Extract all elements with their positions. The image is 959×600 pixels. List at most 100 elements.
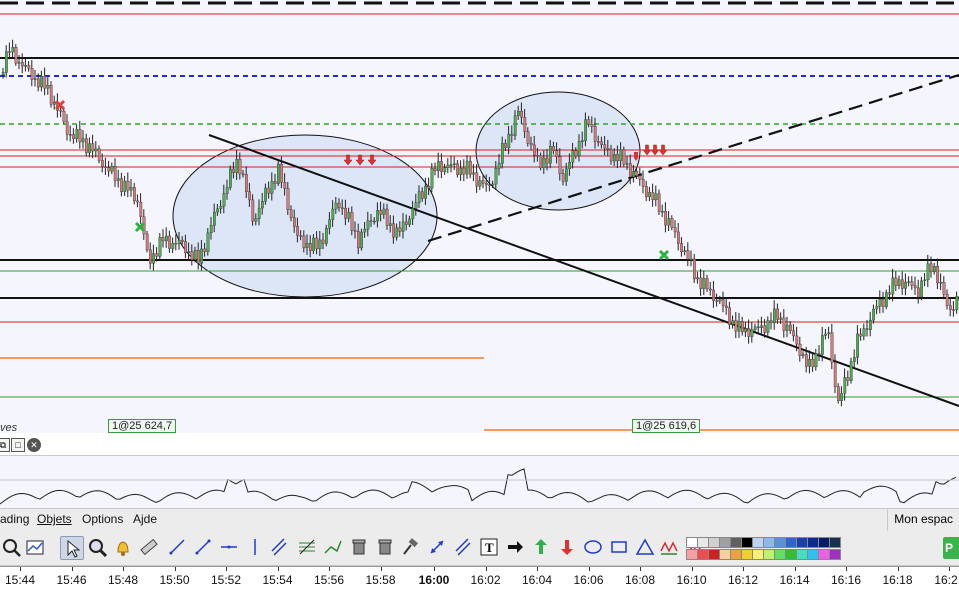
candle-body (568, 162, 570, 169)
hammer-icon[interactable] (400, 536, 422, 558)
time-label: 15:48 (108, 573, 138, 587)
close-icon[interactable]: ✕ (27, 438, 41, 452)
eraser-icon[interactable] (348, 536, 370, 558)
candle-body (652, 192, 654, 199)
candle-body (85, 139, 87, 153)
menu-trading[interactable]: ading (0, 512, 29, 526)
ruler-icon[interactable] (138, 536, 160, 558)
triangle-icon[interactable] (634, 536, 656, 558)
candle-body (108, 168, 110, 171)
text-icon[interactable]: T (478, 536, 500, 558)
candle-body (5, 52, 7, 73)
candle-body (876, 306, 878, 309)
restore-icon[interactable]: ⧉ (0, 438, 10, 452)
candle-body (911, 282, 913, 286)
svg-text:T: T (485, 540, 494, 555)
candle-body (232, 169, 234, 173)
candle-body (136, 201, 138, 202)
pointer-icon[interactable] (60, 536, 84, 560)
sell-arrow-icon (643, 145, 651, 155)
candle-body (591, 124, 593, 126)
candle-body (168, 236, 170, 249)
candle-body (488, 185, 490, 186)
candle-body (885, 293, 887, 307)
candle-body (693, 259, 695, 279)
candle-body (444, 168, 446, 172)
candle-body (824, 334, 826, 336)
candle-body (242, 174, 244, 175)
fibonacci-icon[interactable] (296, 536, 318, 558)
green-action-button[interactable]: P (943, 537, 959, 559)
menu-options[interactable]: Options (82, 512, 123, 526)
time-label: 15:54 (262, 573, 292, 587)
volume-indicator-panel[interactable] (0, 455, 959, 509)
trash-icon[interactable] (374, 536, 396, 558)
maximize-icon[interactable]: □ (11, 438, 25, 452)
candle-body (808, 359, 810, 366)
candle-body (642, 179, 644, 186)
candle-body (764, 326, 766, 333)
candle-body (162, 237, 164, 241)
candle-body (303, 236, 305, 248)
workspace-button[interactable]: Mon espac (887, 509, 959, 531)
parallel-lines-icon[interactable] (452, 536, 474, 558)
candle-body (440, 161, 442, 171)
ray-icon[interactable] (166, 536, 188, 558)
candle-body (437, 161, 439, 170)
candle-body (72, 134, 74, 138)
color-swatch[interactable] (829, 537, 841, 548)
candle-body (610, 149, 612, 161)
time-label: 16:02 (470, 573, 500, 587)
candle-body (504, 143, 506, 147)
andrews-pitchfork-icon[interactable] (322, 536, 344, 558)
alert-bell-icon[interactable] (112, 536, 134, 558)
ellipse-icon[interactable] (582, 536, 604, 558)
time-label: 16:04 (522, 573, 552, 587)
order-tag-buy[interactable]: 1@25 624,7 (108, 419, 176, 433)
candle-body (821, 335, 823, 354)
candle-body (892, 278, 894, 294)
color-swatch[interactable] (829, 549, 841, 560)
candle-body (63, 111, 65, 121)
trendline-icon[interactable] (192, 536, 214, 558)
wave-icon[interactable] (658, 536, 680, 558)
candle-body (264, 188, 266, 201)
zoom-search-icon[interactable] (0, 536, 22, 558)
chart-settings-icon[interactable] (24, 536, 46, 558)
channel-icon[interactable] (268, 536, 290, 558)
candle-body (191, 252, 193, 260)
candle-body (309, 243, 311, 251)
candle-body (856, 334, 858, 357)
candle-body (120, 179, 122, 192)
time-axis[interactable]: 15:4415:4615:4815:5015:5215:5415:5615:58… (0, 566, 959, 600)
candle-body (316, 238, 318, 249)
candle-body (130, 187, 132, 190)
panel-label: ves (0, 422, 17, 433)
rectangle-icon[interactable] (608, 536, 630, 558)
candle-body (949, 306, 951, 310)
vertical-line-icon[interactable] (244, 536, 266, 558)
order-tag-sell[interactable]: 1@25 619,6 (632, 419, 700, 433)
candle-body (204, 249, 206, 252)
chart-canvas[interactable] (0, 0, 959, 433)
drawing-toolbar: T P (0, 531, 959, 566)
candle-body (575, 151, 577, 156)
candle-body (562, 174, 564, 182)
expand-icon[interactable] (426, 536, 448, 558)
candle-body (15, 47, 17, 63)
candle-body (466, 161, 468, 174)
candle-body (194, 250, 196, 260)
arrow-down-icon[interactable] (556, 536, 578, 558)
arrow-right-icon[interactable] (504, 536, 526, 558)
price-chart[interactable]: 1@25 624,7 1@25 619,6 ves (0, 0, 959, 433)
candle-body (924, 280, 926, 281)
magnifier-icon[interactable] (86, 536, 108, 558)
horizontal-line-icon[interactable] (218, 536, 240, 558)
candle-body (415, 203, 417, 209)
arrow-up-icon[interactable] (530, 536, 552, 558)
candle-body (50, 85, 52, 104)
menu-objects[interactable]: Objets (37, 512, 72, 526)
candle-body (2, 72, 4, 75)
menu-help[interactable]: Ajde (133, 512, 157, 526)
candle-body (802, 355, 804, 356)
